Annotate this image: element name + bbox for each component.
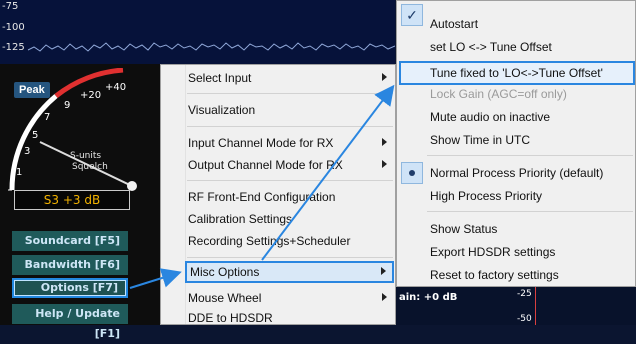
spectrum-db-label: -75 (2, 1, 19, 12)
radio-selected-icon (401, 162, 423, 184)
squelch-label: Squelch (72, 162, 108, 172)
submenu-item-tune-fixed[interactable]: Tune fixed to 'LO<->Tune Offset' (399, 61, 635, 85)
menu-item-label: Calibration Settings (188, 212, 293, 226)
menu-item-label: Mouse Wheel (188, 291, 262, 305)
soundcard-button[interactable]: Soundcard [F5] (12, 231, 128, 251)
submenu-item-show-utc[interactable]: Show Time in UTC (430, 131, 635, 149)
db-scale-label: -25 (517, 289, 532, 299)
scale-label: 3 (24, 146, 30, 157)
menu-item-input-channel-mode[interactable]: Input Channel Mode for RX (188, 134, 393, 152)
options-context-menu: Select Input Visualization Input Channel… (160, 64, 396, 325)
check-icon: ✓ (401, 4, 423, 26)
menu-item-visualization[interactable]: Visualization (188, 101, 393, 119)
s-meter: Peak +40 +20 9 7 5 3 1 S-units Squelch (8, 68, 154, 194)
menu-separator (187, 180, 393, 181)
gain-label: ain: +0 dB (399, 292, 458, 303)
scale-label: 5 (32, 130, 38, 141)
submenu-item-normal-priority[interactable]: Normal Process Priority (default) (430, 164, 635, 182)
s-units-label: S-units (70, 151, 101, 161)
menu-item-dde-to-hdsdr[interactable]: DDE to HDSDR (188, 309, 393, 327)
scale-label: +40 (105, 82, 126, 93)
submenu-item-autostart[interactable]: Autostart (430, 15, 635, 33)
menu-separator (187, 126, 393, 127)
left-control-panel: Peak +40 +20 9 7 5 3 1 S-units Squelch S… (0, 64, 160, 340)
spectrum-db-label: -100 (2, 22, 25, 33)
bandwidth-button[interactable]: Bandwidth [F6] (12, 255, 128, 275)
spectrum-db-label: -125 (2, 42, 25, 53)
scale-label: +20 (80, 90, 101, 101)
menu-item-misc-options[interactable]: Misc Options (185, 261, 394, 283)
db-scale-label: -50 (517, 314, 532, 324)
menu-item-label: RF Front-End Configuration (188, 190, 336, 204)
menu-gutter (161, 65, 186, 324)
marker-line (535, 287, 536, 325)
menu-item-label: Output Channel Mode for RX (188, 158, 343, 172)
menu-item-select-input[interactable]: Select Input (188, 69, 393, 87)
scale-label: 9 (64, 100, 70, 111)
menu-item-label: Visualization (188, 103, 256, 117)
scale-label: 1 (16, 167, 22, 178)
submenu-item-export-settings[interactable]: Export HDSDR settings (430, 243, 635, 261)
menu-item-label: Select Input (188, 71, 252, 85)
menu-item-label: Input Channel Mode for RX (188, 136, 334, 150)
spectrum-trace (27, 42, 395, 52)
submenu-item-reset-factory[interactable]: Reset to factory settings (430, 266, 635, 284)
misc-options-submenu: ✓ Autostart set LO <-> Tune Offset Tune … (396, 0, 636, 287)
options-button[interactable]: Options [F7] (12, 278, 128, 298)
submenu-arrow-icon (382, 73, 387, 81)
menu-item-rf-frontend-config[interactable]: RF Front-End Configuration (188, 188, 393, 206)
submenu-arrow-icon (381, 267, 386, 275)
menu-separator (427, 211, 633, 212)
signal-readout: S3 +3 dB (14, 190, 130, 210)
menu-item-label: Recording Settings+Scheduler (188, 234, 351, 248)
submenu-item-set-lo-tune-offset[interactable]: set LO <-> Tune Offset (430, 38, 635, 56)
s-meter-dial: +40 +20 9 7 5 3 1 S-units Squelch (8, 68, 137, 191)
help-update-button[interactable]: Help / Update [F1] (12, 304, 128, 340)
menu-item-label: DDE to HDSDR (188, 311, 273, 325)
submenu-item-show-status[interactable]: Show Status (430, 220, 635, 238)
menu-separator (427, 155, 633, 156)
submenu-arrow-icon (382, 160, 387, 168)
menu-item-output-channel-mode[interactable]: Output Channel Mode for RX (188, 156, 393, 174)
submenu-item-mute-audio[interactable]: Mute audio on inactive (430, 108, 635, 126)
menu-item-label: Misc Options (190, 265, 260, 279)
submenu-item-lock-gain: Lock Gain (AGC=off only) (430, 87, 567, 101)
spectrum-display[interactable]: -75 -100 -125 (0, 0, 395, 64)
menu-item-calibration-settings[interactable]: Calibration Settings (188, 210, 393, 228)
menu-item-mouse-wheel[interactable]: Mouse Wheel (188, 289, 393, 307)
submenu-arrow-icon (382, 293, 387, 301)
submenu-arrow-icon (382, 138, 387, 146)
menu-separator (187, 93, 393, 94)
gain-panel: ain: +0 dB -25 -50 (395, 287, 636, 325)
scale-label: 7 (44, 112, 50, 123)
menu-separator (187, 257, 393, 258)
submenu-item-high-priority[interactable]: High Process Priority (430, 187, 635, 205)
menu-item-recording-settings[interactable]: Recording Settings+Scheduler (188, 232, 393, 250)
